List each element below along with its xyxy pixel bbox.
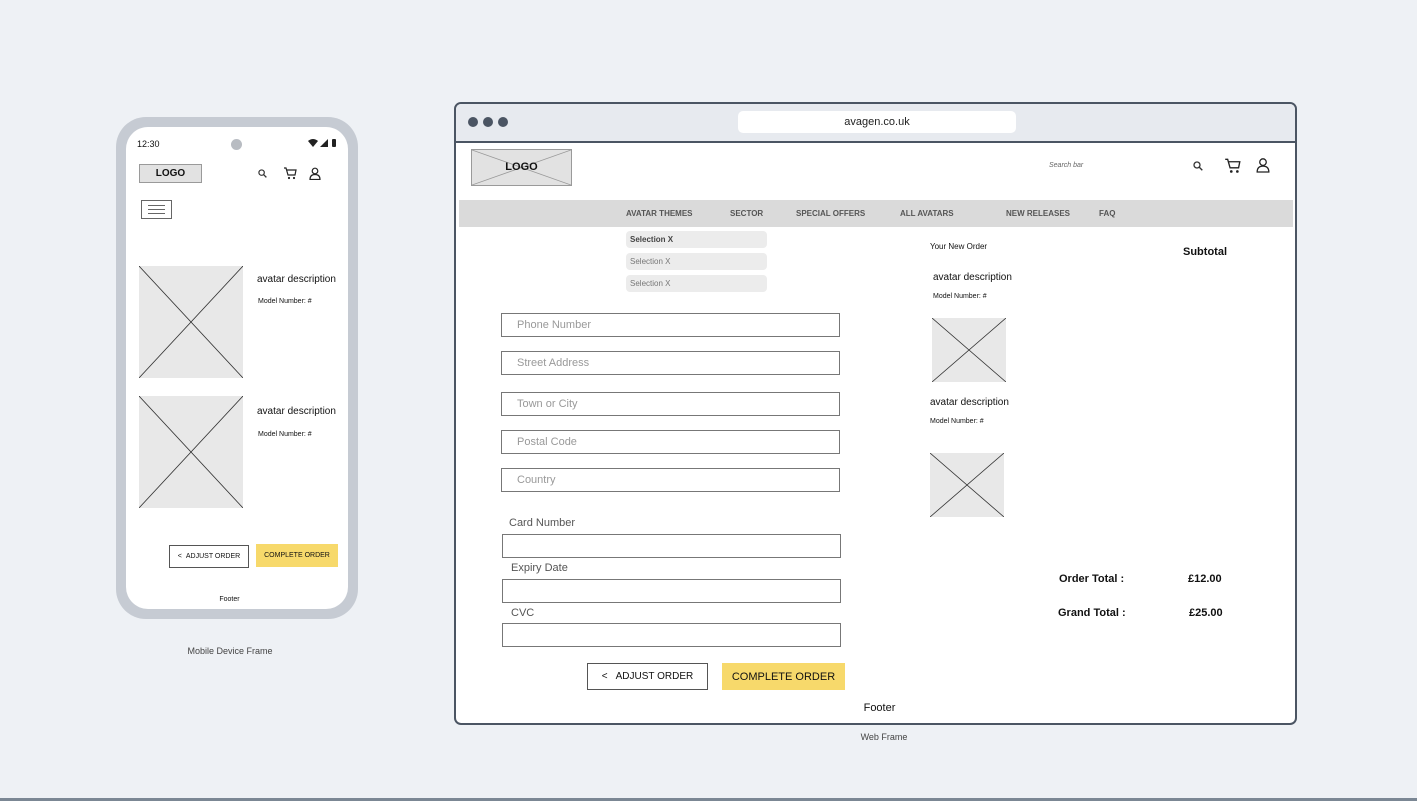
avatar-image-placeholder (930, 453, 1004, 517)
dropdown-selection[interactable]: Selection X (626, 231, 767, 248)
window-dot[interactable] (498, 117, 508, 127)
avatar-description: avatar description (257, 274, 336, 285)
nav-avatar-themes[interactable]: AVATAR THEMES (626, 209, 693, 218)
postal-code-field[interactable]: Postal Code (501, 430, 840, 454)
status-time: 12:30 (137, 139, 160, 149)
mobile-screen: 12:30 LOGO avatar description Model Numb… (126, 127, 348, 609)
chevron-left-icon: < (601, 671, 608, 682)
mobile-device-frame: 12:30 LOGO avatar description Model Numb… (116, 117, 358, 619)
mobile-footer: Footer (219, 596, 240, 603)
avatar-description: avatar description (257, 406, 336, 417)
order-total-value: £12.00 (1188, 573, 1222, 585)
model-number: Model Number: # (258, 431, 312, 438)
web-caption: Web Frame (860, 732, 908, 742)
battery-icon (332, 139, 336, 147)
web-footer: Footer (863, 702, 896, 714)
complete-order-button[interactable]: COMPLETE ORDER (256, 544, 338, 567)
wifi-icon (308, 139, 318, 147)
cvc-input[interactable] (502, 623, 841, 647)
nav-new-releases[interactable]: NEW RELEASES (1006, 209, 1070, 218)
model-number: Model Number: # (930, 418, 984, 425)
main-nav-bar: AVATAR THEMES SECTOR SPECIAL OFFERS ALL … (459, 200, 1293, 227)
order-heading: Your New Order (930, 242, 988, 251)
card-number-label: Card Number (509, 517, 576, 529)
address-bar[interactable]: avagen.co.uk (738, 111, 1016, 133)
avatar-description: avatar description (930, 397, 1009, 408)
signal-icon (320, 139, 328, 147)
avatar-image-placeholder (139, 396, 243, 508)
adjust-order-button[interactable]: < ADJUST ORDER (587, 663, 708, 690)
expiry-date-label: Expiry Date (511, 562, 568, 574)
camera-dot (231, 139, 242, 150)
avatar-image-placeholder (932, 318, 1006, 382)
model-number: Model Number: # (258, 298, 312, 305)
web-logo[interactable]: LOGO (471, 149, 572, 186)
window-dot[interactable] (468, 117, 478, 127)
search-icon[interactable] (1193, 161, 1203, 171)
expiry-date-input[interactable] (502, 579, 841, 603)
web-browser-frame: avagen.co.uk LOGO Search bar AVATAR THEM… (454, 102, 1297, 725)
avatar-image-placeholder (139, 266, 243, 378)
dropdown-selection[interactable]: Selection X (626, 275, 767, 292)
mobile-caption: Mobile Device Frame (187, 646, 273, 656)
avatar-description: avatar description (933, 272, 1012, 283)
nav-all-avatars[interactable]: ALL AVATARS (900, 209, 954, 218)
nav-special-offers[interactable]: SPECIAL OFFERS (796, 209, 865, 218)
phone-number-field[interactable]: Phone Number (501, 313, 840, 337)
mobile-logo[interactable]: LOGO (139, 164, 202, 183)
subtotal-label: Subtotal (1183, 246, 1227, 258)
search-icon[interactable] (258, 169, 267, 178)
cart-icon[interactable] (283, 167, 297, 180)
dropdown-selection[interactable]: Selection X (626, 253, 767, 270)
country-field[interactable]: Country (501, 468, 840, 492)
logo-text: LOGO (505, 161, 538, 173)
card-number-input[interactable] (502, 534, 841, 558)
adjust-order-button[interactable]: < ADJUST ORDER (169, 545, 249, 568)
order-total-label: Order Total : (1059, 573, 1125, 585)
street-address-field[interactable]: Street Address (501, 351, 840, 375)
cvc-label: CVC (511, 607, 535, 619)
browser-chrome: avagen.co.uk (456, 104, 1295, 143)
town-city-field[interactable]: Town or City (501, 392, 840, 416)
menu-icon[interactable] (141, 200, 172, 219)
user-icon[interactable] (1256, 157, 1270, 173)
grand-total-value: £25.00 (1189, 607, 1223, 619)
search-bar[interactable]: Search bar (1049, 162, 1083, 169)
user-icon[interactable] (309, 167, 321, 180)
nav-sector[interactable]: SECTOR (730, 209, 763, 218)
adjust-order-label: ADJUST ORDER (615, 671, 694, 682)
nav-faq[interactable]: FAQ (1099, 209, 1115, 218)
cart-icon[interactable] (1224, 158, 1241, 174)
window-dot[interactable] (483, 117, 493, 127)
complete-order-button[interactable]: COMPLETE ORDER (722, 663, 845, 690)
adjust-order-label: ADJUST ORDER (185, 553, 241, 560)
chevron-left-icon: < (177, 553, 182, 560)
status-icons (308, 139, 336, 147)
model-number: Model Number: # (933, 293, 987, 300)
grand-total-label: Grand Total : (1058, 607, 1126, 619)
